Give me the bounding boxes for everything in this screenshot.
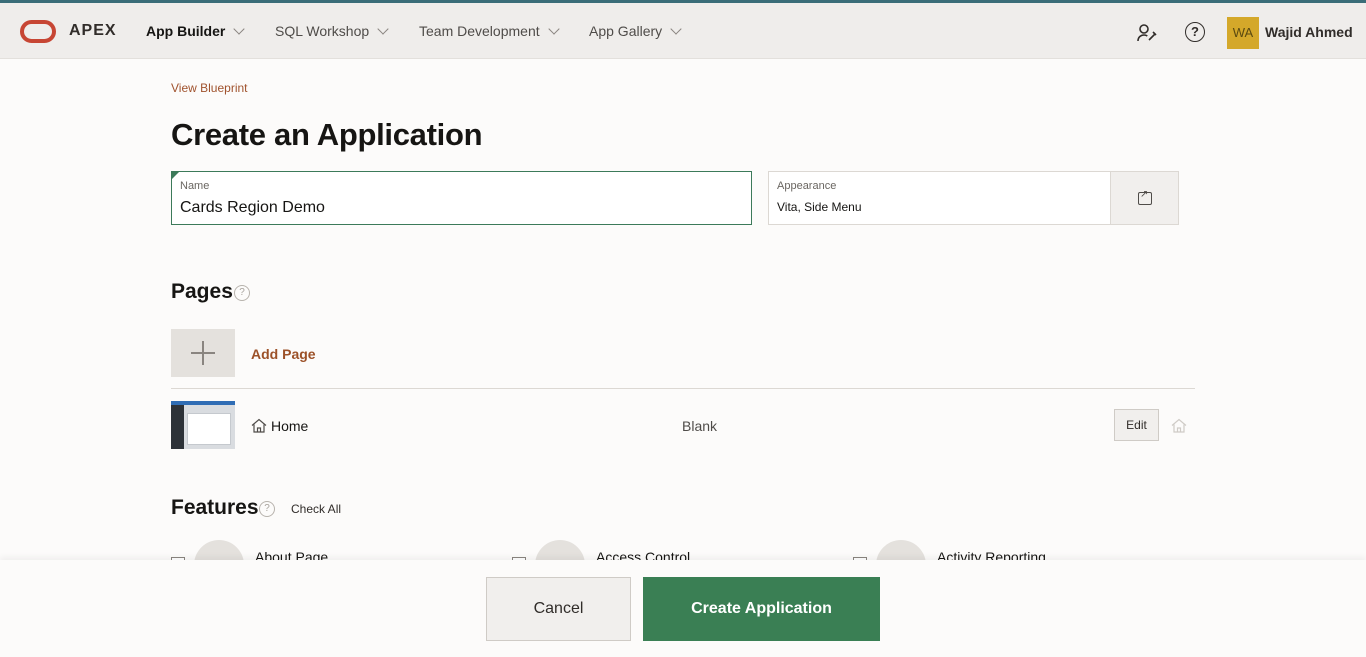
view-blueprint-link[interactable]: View Blueprint bbox=[171, 81, 248, 95]
feature-item-about-page[interactable]: About Page bbox=[171, 540, 491, 562]
open-dialog-icon bbox=[1138, 189, 1152, 205]
edit-page-button[interactable]: Edit bbox=[1114, 409, 1159, 441]
cancel-button[interactable]: Cancel bbox=[486, 577, 631, 641]
nav-sql-workshop-label: SQL Workshop bbox=[275, 23, 370, 39]
oracle-logo-icon[interactable] bbox=[20, 20, 56, 43]
set-home-page-icon[interactable] bbox=[1171, 418, 1187, 433]
help-icon[interactable]: ? bbox=[1185, 22, 1207, 44]
check-all-link[interactable]: Check All bbox=[291, 502, 341, 516]
name-field[interactable]: Name Cards Region Demo bbox=[171, 171, 752, 225]
home-icon bbox=[251, 418, 267, 433]
feature-icon bbox=[876, 540, 926, 562]
nav-sql-workshop[interactable]: SQL Workshop bbox=[275, 23, 389, 39]
page-thumbnail[interactable] bbox=[171, 401, 235, 449]
features-section-title: Features bbox=[171, 496, 259, 519]
nav-app-gallery[interactable]: App Gallery bbox=[589, 23, 682, 39]
add-page-button[interactable]: Add Page bbox=[251, 346, 316, 362]
chevron-down-icon bbox=[377, 23, 389, 35]
nav-app-builder-label: App Builder bbox=[146, 23, 226, 39]
name-field-value[interactable]: Cards Region Demo bbox=[180, 199, 325, 217]
pages-section-title: Pages bbox=[171, 280, 233, 303]
apex-brand-label[interactable]: APEX bbox=[69, 22, 117, 40]
help-icon[interactable]: ? bbox=[234, 285, 250, 301]
add-page-tile[interactable] bbox=[171, 329, 235, 377]
appearance-field-value: Vita, Side Menu bbox=[777, 200, 862, 214]
create-application-button[interactable]: Create Application bbox=[643, 577, 880, 641]
chevron-down-icon bbox=[670, 23, 682, 35]
user-menu-name[interactable]: Wajid Ahmed bbox=[1265, 24, 1353, 40]
feature-item-access-control[interactable]: Access Control bbox=[512, 540, 832, 562]
page-type: Blank bbox=[682, 418, 718, 434]
page-title: Create an Application bbox=[171, 117, 483, 152]
appearance-field[interactable]: Appearance Vita, Side Menu bbox=[768, 171, 1111, 225]
chevron-down-icon bbox=[547, 23, 560, 35]
page-name: Home bbox=[271, 418, 309, 434]
nav-app-gallery-label: App Gallery bbox=[589, 23, 663, 39]
nav-app-builder[interactable]: App Builder bbox=[146, 23, 246, 39]
nav-team-development-label: Team Development bbox=[419, 23, 540, 39]
administration-icon[interactable] bbox=[1136, 22, 1158, 44]
feature-icon bbox=[535, 540, 585, 562]
name-field-label: Name bbox=[180, 180, 210, 192]
help-icon[interactable]: ? bbox=[259, 501, 275, 517]
nav-team-development[interactable]: Team Development bbox=[419, 23, 560, 39]
divider bbox=[171, 388, 1195, 389]
chevron-down-icon bbox=[233, 23, 246, 35]
feature-item-activity-reporting[interactable]: Activity Reporting bbox=[853, 540, 1195, 562]
feature-icon bbox=[194, 540, 244, 562]
top-navigation-bar: APEX App Builder SQL Workshop Team Devel… bbox=[0, 0, 1366, 59]
appearance-settings-button[interactable] bbox=[1110, 171, 1179, 225]
avatar[interactable]: WA bbox=[1227, 17, 1259, 49]
appearance-field-label: Appearance bbox=[777, 180, 837, 192]
